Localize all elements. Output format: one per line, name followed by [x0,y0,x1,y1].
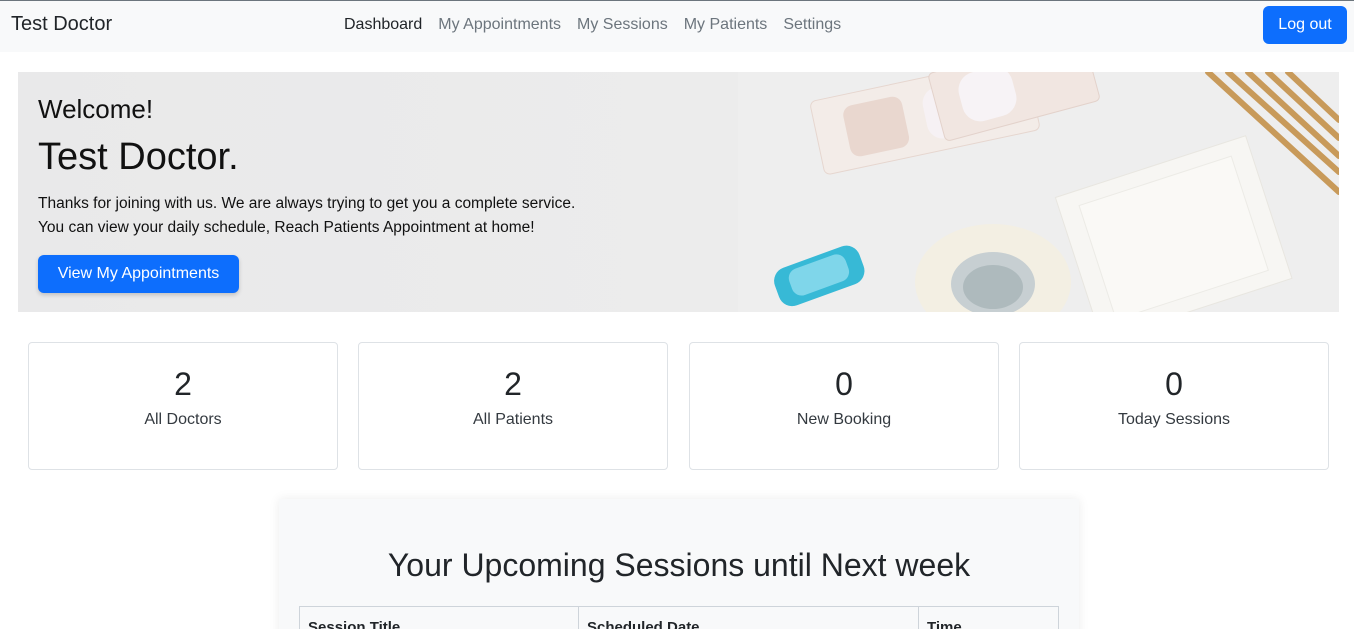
brand-name[interactable]: Test Doctor [11,13,112,36]
nav-my-sessions[interactable]: My Sessions [569,15,676,35]
welcome-line-1: Thanks for joining with us. We are alway… [38,195,576,212]
medical-supplies-image [738,72,1339,312]
stat-card-today-sessions: 0 Today Sessions [1019,342,1329,470]
stat-card-all-patients: 2 All Patients [358,342,668,470]
welcome-banner: Welcome! Test Doctor. Thanks for joining… [18,72,1339,312]
stat-value: 2 [504,366,522,402]
stat-value: 0 [835,366,853,402]
view-appointments-button[interactable]: View My Appointments [38,255,239,293]
stat-label: Today Sessions [1117,411,1231,428]
column-session-title: Session Title [299,606,579,629]
stat-label: All Patients [472,411,554,428]
nav-links: Dashboard My Appointments My Sessions My… [336,15,849,35]
stat-card-new-booking: 0 New Booking [689,342,999,470]
stat-card-all-doctors: 2 All Doctors [28,342,338,470]
stat-label: All Doctors [144,411,222,428]
doctor-name-heading: Test Doctor. [38,136,239,178]
navbar: Test Doctor Dashboard My Appointments My… [0,0,1354,52]
stat-value: 2 [174,366,192,402]
column-scheduled-date: Scheduled Date [578,606,919,629]
stat-label: New Booking [796,411,892,428]
welcome-message: Thanks for joining with us. We are alway… [38,192,575,240]
nav-my-patients[interactable]: My Patients [676,15,776,35]
column-time: Time [918,606,1059,629]
upcoming-sessions-title: Your Upcoming Sessions until Next week [387,547,971,583]
table-header-row: Session Title Scheduled Date Time [299,606,1059,629]
nav-my-appointments[interactable]: My Appointments [430,15,569,35]
stat-value: 0 [1165,366,1183,402]
welcome-heading: Welcome! [38,94,154,124]
sessions-table: Session Title Scheduled Date Time [299,606,1059,629]
nav-dashboard[interactable]: Dashboard [336,15,430,35]
logout-button[interactable]: Log out [1263,6,1347,44]
welcome-line-2: You can view your daily schedule, Reach … [38,219,535,236]
upcoming-sessions-panel: Your Upcoming Sessions until Next week S… [279,499,1079,629]
nav-settings[interactable]: Settings [775,15,849,35]
